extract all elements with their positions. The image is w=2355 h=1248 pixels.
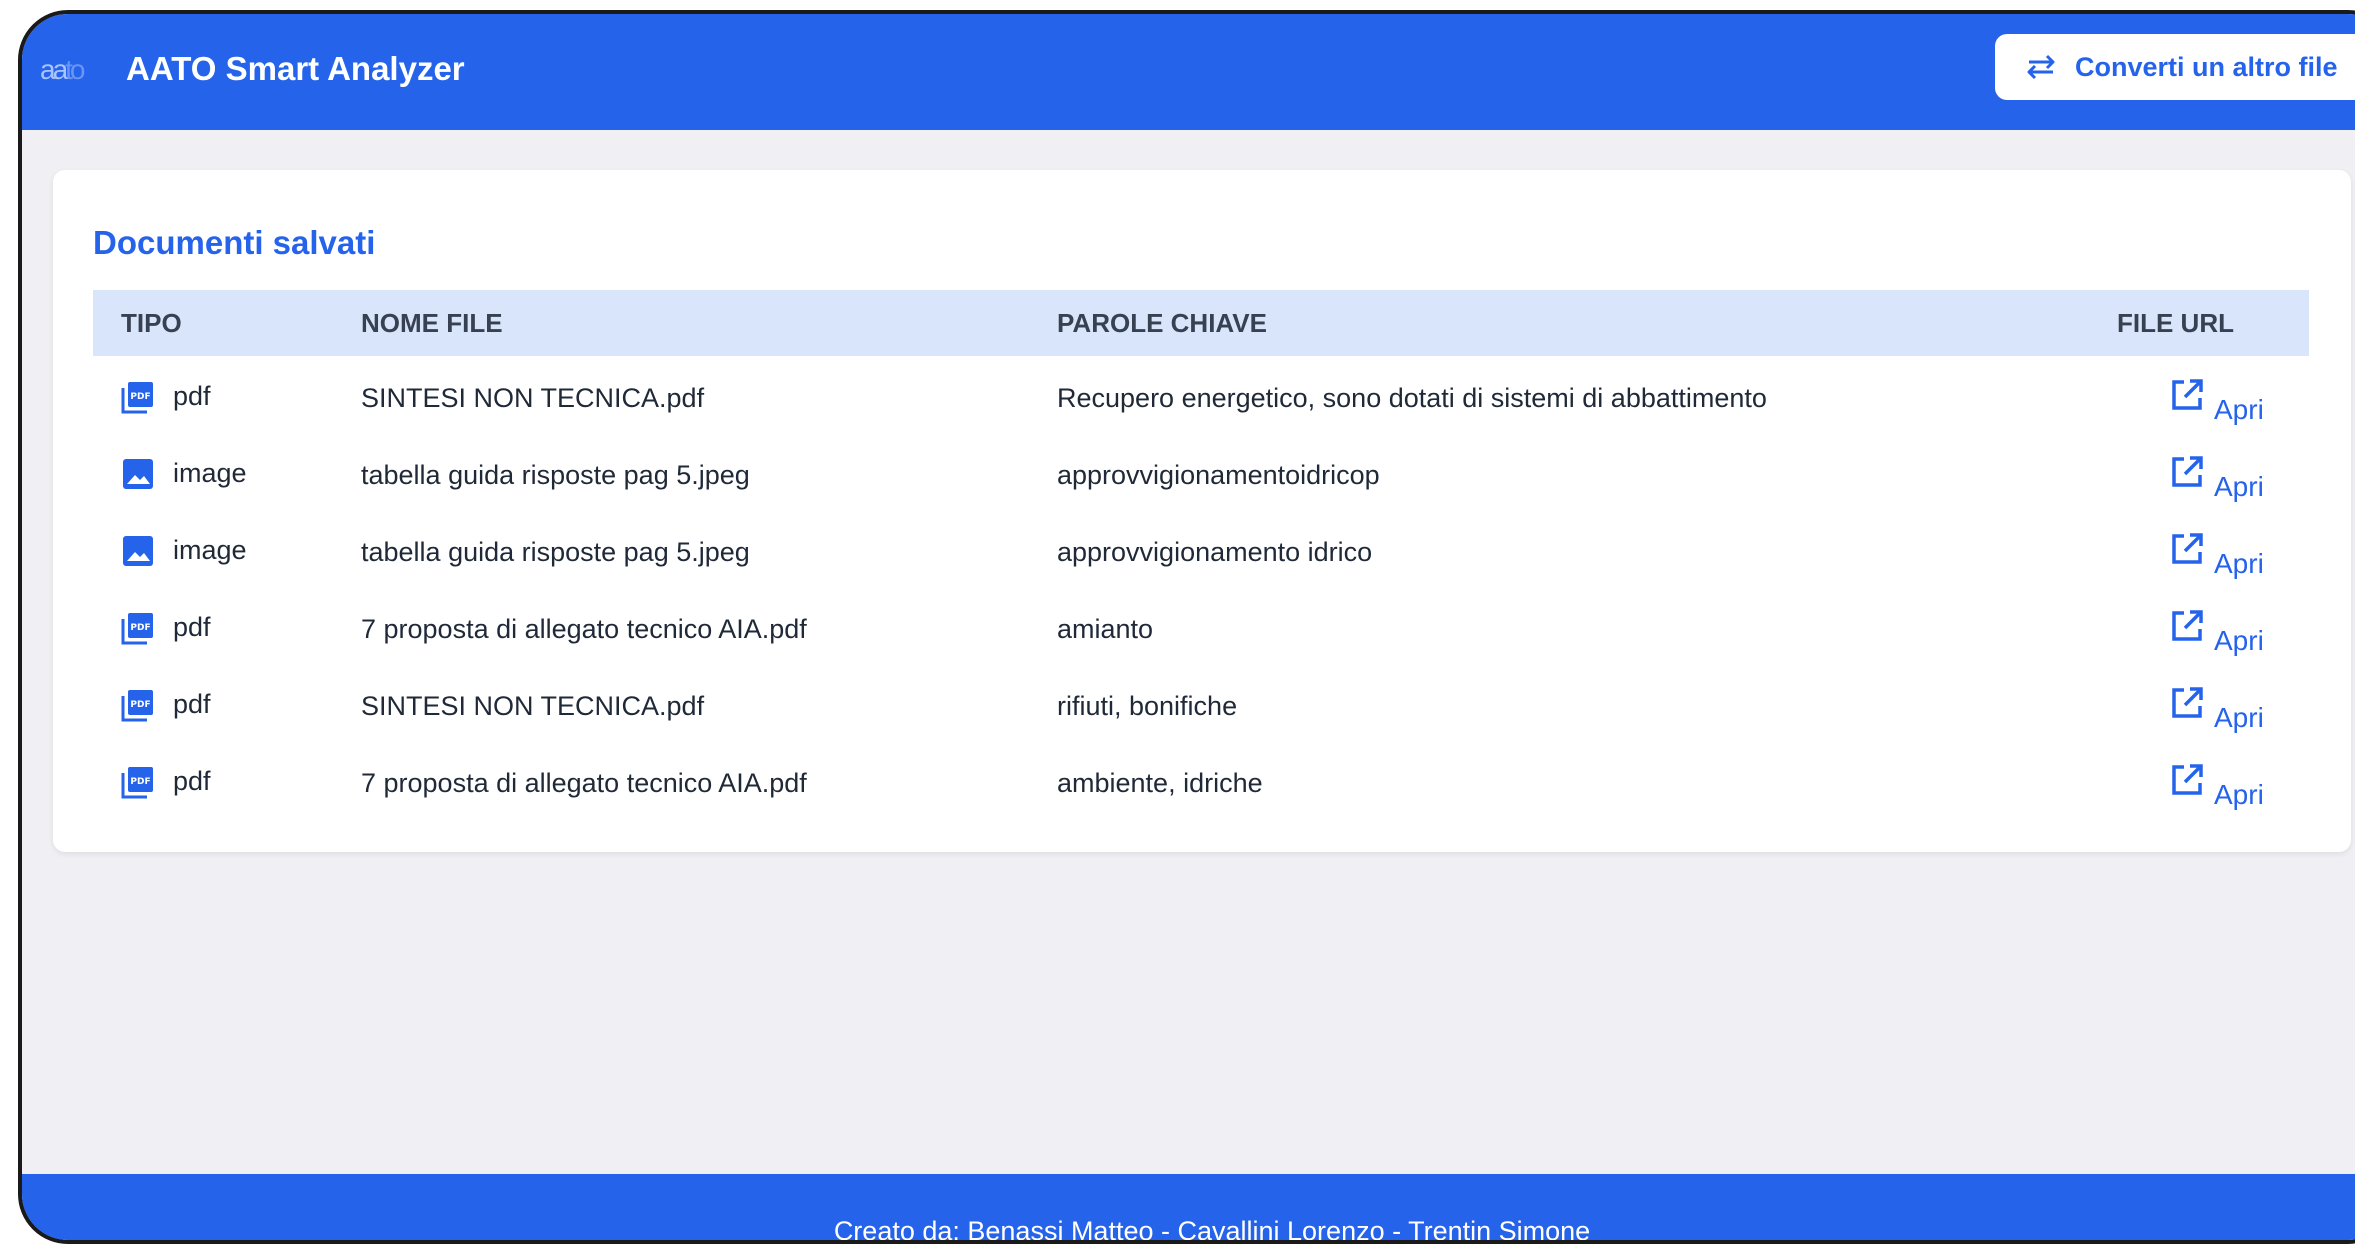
external-link-icon (2172, 533, 2203, 564)
file-name: SINTESI NON TECNICA.pdf (361, 691, 705, 721)
open-link-label: Apri (2214, 779, 2264, 810)
table-row: image tabella guida risposte pag 5.jpeg … (93, 437, 2309, 514)
open-file-link[interactable]: Apri (2170, 759, 2264, 809)
open-file-link[interactable]: Apri (2170, 605, 2264, 655)
table-row: PDF pdf SINTESI NON TECNICA.pdf rifiuti,… (93, 668, 2309, 745)
svg-text:PDF: PDF (130, 700, 150, 710)
type-label: pdf (173, 689, 211, 719)
open-link-label: Apri (2214, 702, 2264, 733)
keywords: approvvigionamentoidricop (1057, 460, 1380, 490)
file-name: tabella guida risposte pag 5.jpeg (361, 537, 750, 567)
footer-credits: Creato da: Benassi Matteo - Cavallini Lo… (833, 1216, 1591, 1244)
external-link-icon (2172, 687, 2203, 718)
card-title: Documenti salvati (93, 224, 376, 261)
keywords: ambiente, idriche (1057, 768, 1263, 798)
open-file-link[interactable]: Apri (2170, 528, 2264, 578)
file-name: tabella guida risposte pag 5.jpeg (361, 460, 750, 490)
svg-text:PDF: PDF (130, 777, 150, 787)
column-header-type: TIPO (121, 308, 182, 338)
image-icon (123, 459, 153, 489)
swap-arrows-icon (2027, 54, 2055, 80)
table-row: image tabella guida risposte pag 5.jpeg … (93, 514, 2309, 591)
open-link-label: Apri (2214, 394, 2264, 425)
table-row: PDF pdf 7 proposta di allegato tecnico A… (93, 745, 2309, 822)
aato-logo: aato (40, 54, 86, 85)
convert-button-label: Converti un altro file (2075, 51, 2338, 82)
column-header-keywords: PAROLE CHIAVE (1057, 308, 1267, 338)
svg-text:PDF: PDF (130, 392, 150, 402)
table-row: PDF pdf SINTESI NON TECNICA.pdf Recupero… (93, 360, 2309, 437)
file-name: 7 proposta di allegato tecnico AIA.pdf (361, 768, 807, 798)
pdf-icon: PDF (121, 767, 153, 799)
open-file-link[interactable]: Apri (2170, 451, 2264, 501)
open-link-label: Apri (2214, 548, 2264, 579)
open-file-link[interactable]: Apri (2170, 374, 2264, 424)
column-header-file-name: NOME FILE (361, 308, 503, 338)
image-icon (123, 536, 153, 566)
pdf-icon: PDF (121, 382, 153, 414)
external-link-icon (2172, 379, 2203, 410)
convert-another-file-button[interactable]: Converti un altro file (1995, 34, 2355, 100)
open-file-link[interactable]: Apri (2170, 682, 2264, 732)
app-title: AATO Smart Analyzer (126, 50, 465, 87)
column-header-file-url: FILE URL (2117, 308, 2234, 338)
type-label: image (173, 535, 247, 565)
file-name: SINTESI NON TECNICA.pdf (361, 383, 705, 413)
keywords: approvvigionamento idrico (1057, 537, 1373, 567)
top-bar: aato AATO Smart Analyzer Converti un alt… (22, 14, 2355, 130)
open-link-label: Apri (2214, 625, 2264, 656)
external-link-icon (2172, 610, 2203, 641)
pdf-icon: PDF (121, 690, 153, 722)
type-label: pdf (173, 766, 211, 796)
keywords: amianto (1057, 614, 1154, 644)
table-header: TIPO NOME FILE PAROLE CHIAVE FILE URL (93, 290, 2309, 356)
saved-documents-card: Documenti salvati TIPO NOME FILE PAROLE … (53, 170, 2351, 852)
file-name: 7 proposta di allegato tecnico AIA.pdf (361, 614, 807, 644)
type-label: pdf (173, 381, 211, 411)
svg-text:PDF: PDF (130, 623, 150, 633)
keywords: rifiuti, bonifiche (1057, 691, 1238, 721)
table-row: PDF pdf 7 proposta di allegato tecnico A… (93, 591, 2309, 668)
open-link-label: Apri (2214, 471, 2264, 502)
keywords: Recupero energetico, sono dotati di sist… (1057, 383, 1767, 413)
external-link-icon (2172, 764, 2203, 795)
external-link-icon (2172, 456, 2203, 487)
type-label: pdf (173, 612, 211, 642)
pdf-icon: PDF (121, 613, 153, 645)
type-label: image (173, 458, 247, 488)
footer: Creato da: Benassi Matteo - Cavallini Lo… (22, 1174, 2355, 1244)
app-window: aato AATO Smart Analyzer Converti un alt… (18, 10, 2355, 1244)
